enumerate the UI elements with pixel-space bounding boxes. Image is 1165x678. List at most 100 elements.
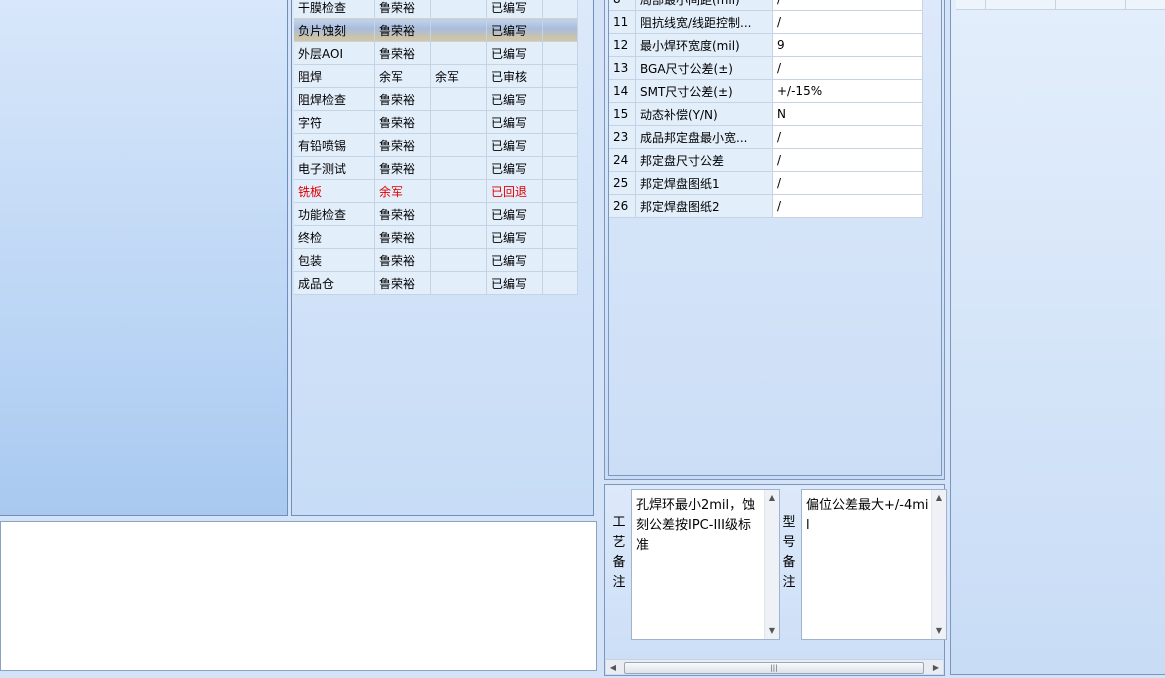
param-value-cell[interactable]: /	[772, 171, 923, 195]
author-cell[interactable]: 鲁荣裕	[374, 18, 431, 42]
empty-cell[interactable]	[542, 41, 578, 65]
table-row[interactable]: 8局部最小间距(mil)/	[609, 0, 923, 11]
model-remark-text[interactable]: 偏位公差最大+/-4mil	[806, 496, 930, 536]
status-cell[interactable]: 已审核	[486, 64, 543, 88]
step-cell[interactable]: 干膜检查	[294, 0, 375, 19]
param-name-cell[interactable]: 最小焊环宽度(mil)	[635, 33, 773, 57]
scroll-up-icon[interactable]: ▲	[765, 491, 779, 505]
empty-cell[interactable]	[542, 87, 578, 111]
remarks-horizontal-scrollbar[interactable]: ◀ ||| ▶	[606, 659, 943, 674]
author-cell[interactable]: 余军	[374, 179, 431, 203]
table-row[interactable]: 12 最小焊环宽度(mil) 9	[609, 33, 923, 57]
scroll-down-icon[interactable]: ▼	[932, 624, 946, 638]
reviewer-cell[interactable]	[430, 202, 487, 226]
author-cell[interactable]: 鲁荣裕	[374, 248, 431, 272]
author-cell[interactable]: 鲁荣裕	[374, 110, 431, 134]
table-row[interactable]: 24 邦定盘尺寸公差 /	[609, 148, 923, 172]
table-row[interactable]: 电子测试 鲁荣裕 已编写	[294, 156, 578, 180]
param-number-cell[interactable]: 8	[609, 0, 636, 11]
reviewer-cell[interactable]	[430, 133, 487, 157]
reviewer-cell[interactable]	[430, 110, 487, 134]
table-row[interactable]: 15 动态补偿(Y/N) N	[609, 102, 923, 126]
reviewer-cell[interactable]	[430, 18, 487, 42]
param-value-cell[interactable]: /	[772, 148, 923, 172]
model-remark-scrollbar[interactable]: ▲ ▼	[931, 490, 946, 639]
param-name-cell[interactable]: 邦定盘尺寸公差	[635, 148, 773, 172]
param-name-cell[interactable]: 邦定焊盘图纸2	[635, 194, 773, 218]
param-name-cell[interactable]: BGA尺寸公差(±)	[635, 56, 773, 80]
param-value-cell[interactable]: /	[772, 56, 923, 80]
empty-cell[interactable]	[542, 0, 578, 19]
step-cell[interactable]: 外层AOI	[294, 41, 375, 65]
step-cell[interactable]: 成品仓	[294, 271, 375, 295]
param-value-cell[interactable]: +/-15%	[772, 79, 923, 103]
status-cell[interactable]: 已编写	[486, 41, 543, 65]
table-row[interactable]: 阻焊 余军 余军 已审核	[294, 64, 578, 88]
author-cell[interactable]: 鲁荣裕	[374, 156, 431, 180]
empty-cell[interactable]	[542, 179, 578, 203]
param-number-cell[interactable]: 25	[609, 171, 636, 195]
status-cell[interactable]: 已编写	[486, 271, 543, 295]
table-row[interactable]: 11 阻抗线宽/线距控制... /	[609, 10, 923, 34]
table-row[interactable]: 26 邦定焊盘图纸2/	[609, 194, 923, 218]
param-name-cell[interactable]: 动态补偿(Y/N)	[635, 102, 773, 126]
empty-cell[interactable]	[542, 156, 578, 180]
status-cell[interactable]: 已编写	[486, 110, 543, 134]
param-value-cell[interactable]: /	[772, 0, 923, 11]
param-number-cell[interactable]: 26	[609, 194, 636, 218]
model-remark-memo[interactable]: 偏位公差最大+/-4mil ▲ ▼	[801, 489, 947, 640]
scroll-left-icon[interactable]: ◀	[606, 660, 620, 675]
step-cell[interactable]: 包装	[294, 248, 375, 272]
empty-cell[interactable]	[542, 202, 578, 226]
table-row[interactable]: 字符 鲁荣裕 已编写	[294, 110, 578, 134]
table-row[interactable]: 25 邦定焊盘图纸1/	[609, 171, 923, 195]
param-name-cell[interactable]: 阻抗线宽/线距控制...	[635, 10, 773, 34]
step-cell[interactable]: 电子测试	[294, 156, 375, 180]
status-cell[interactable]: 已编写	[486, 202, 543, 226]
process-remark-memo[interactable]: 孔焊环最小2mil，蚀刻公差按IPC-III级标准 ▲ ▼	[631, 489, 780, 640]
reviewer-cell[interactable]	[430, 41, 487, 65]
status-cell[interactable]: 已编写	[486, 248, 543, 272]
table-row[interactable]: 有铅喷锡 鲁荣裕 已编写	[294, 133, 578, 157]
status-cell[interactable]: 已回退	[486, 179, 543, 203]
empty-cell[interactable]	[542, 271, 578, 295]
step-cell[interactable]: 铣板	[294, 179, 375, 203]
param-value-cell[interactable]: /	[772, 194, 923, 218]
param-number-cell[interactable]: 11	[609, 10, 636, 34]
param-name-cell[interactable]: 成品邦定盘最小宽...	[635, 125, 773, 149]
process-remark-scrollbar[interactable]: ▲ ▼	[764, 490, 779, 639]
table-row[interactable]: 13 BGA尺寸公差(±) /	[609, 56, 923, 80]
step-cell[interactable]: 字符	[294, 110, 375, 134]
empty-cell[interactable]	[542, 18, 578, 42]
author-cell[interactable]: 鲁荣裕	[374, 271, 431, 295]
reviewer-cell[interactable]: 余军	[430, 64, 487, 88]
step-cell[interactable]: 终检	[294, 225, 375, 249]
param-name-cell[interactable]: 局部最小间距(mil)	[635, 0, 773, 11]
table-row[interactable]: 铣板 余军 已回退	[294, 179, 578, 203]
reviewer-cell[interactable]	[430, 156, 487, 180]
step-cell[interactable]: 阻焊	[294, 64, 375, 88]
author-cell[interactable]: 鲁荣裕	[374, 202, 431, 226]
empty-cell[interactable]	[542, 64, 578, 88]
status-cell[interactable]: 已编写	[486, 156, 543, 180]
empty-cell[interactable]	[542, 225, 578, 249]
table-row[interactable]: 干膜检查 鲁荣裕 已编写	[294, 0, 578, 19]
table-row[interactable]: 阻焊检查 鲁荣裕 已编写	[294, 87, 578, 111]
reviewer-cell[interactable]	[430, 87, 487, 111]
author-cell[interactable]: 鲁荣裕	[374, 133, 431, 157]
scroll-up-icon[interactable]: ▲	[932, 491, 946, 505]
table-row[interactable]: 14 SMT尺寸公差(±) +/-15%	[609, 79, 923, 103]
status-cell[interactable]: 已编写	[486, 225, 543, 249]
process-remark-text[interactable]: 孔焊环最小2mil，蚀刻公差按IPC-III级标准	[636, 496, 763, 556]
param-value-cell[interactable]: N	[772, 102, 923, 126]
author-cell[interactable]: 鲁荣裕	[374, 87, 431, 111]
scrollbar-thumb[interactable]: |||	[624, 662, 924, 674]
status-cell[interactable]: 已编写	[486, 18, 543, 42]
reviewer-cell[interactable]	[430, 271, 487, 295]
scroll-right-icon[interactable]: ▶	[929, 660, 943, 675]
status-cell[interactable]: 已编写	[486, 87, 543, 111]
author-cell[interactable]: 鲁荣裕	[374, 0, 431, 19]
table-row[interactable]: 成品仓 鲁荣裕 已编写	[294, 271, 578, 295]
scroll-down-icon[interactable]: ▼	[765, 624, 779, 638]
status-cell[interactable]: 已编写	[486, 0, 543, 19]
